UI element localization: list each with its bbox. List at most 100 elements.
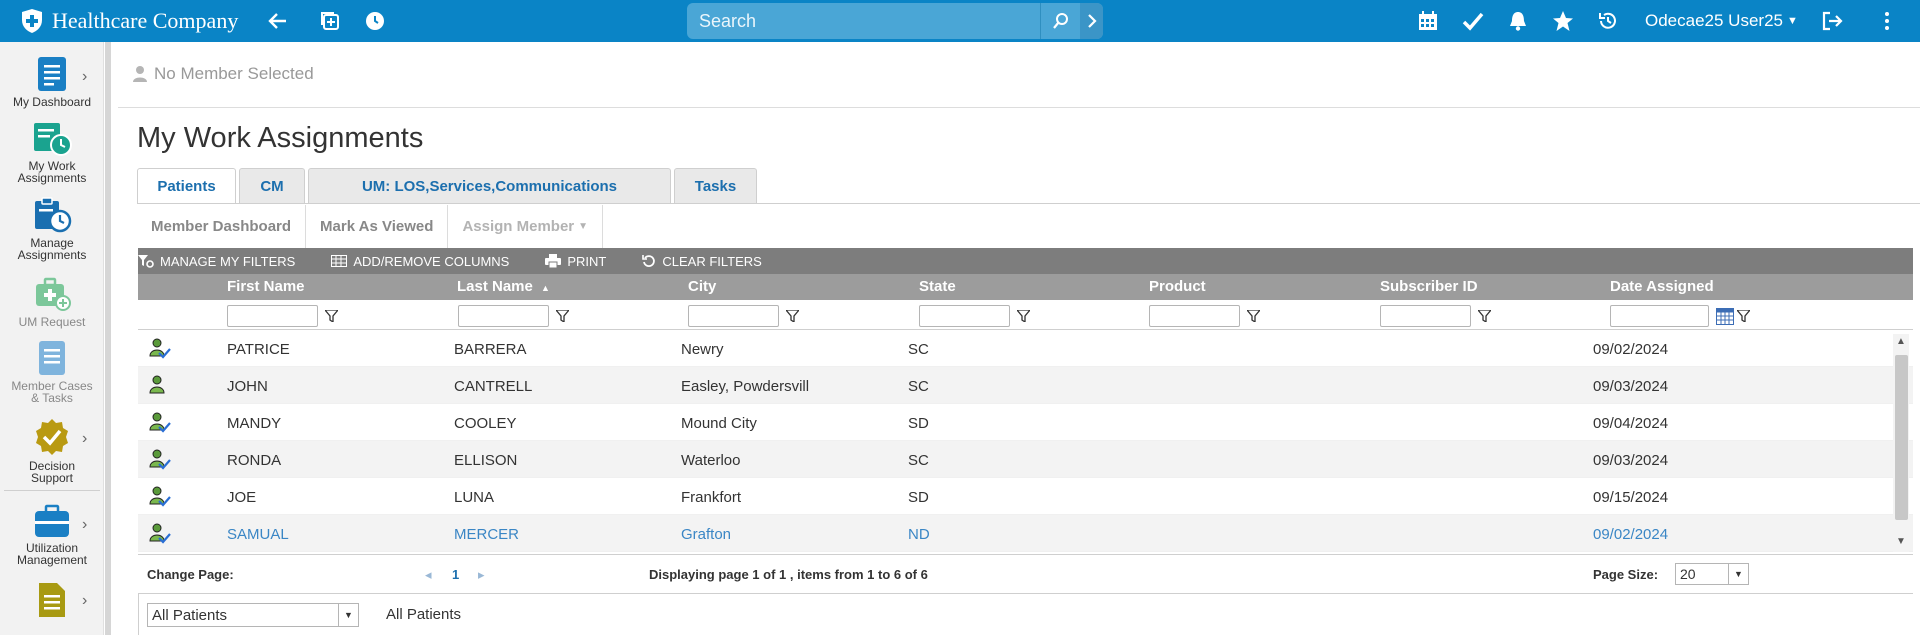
col-header-last-name[interactable]: Last Name ▲: [457, 278, 550, 295]
filter-input-subscriber-id[interactable]: [1380, 305, 1471, 327]
chevron-right-icon[interactable]: ›: [82, 430, 87, 448]
tab-bar: Patients CM UM: LOS,Services,Communicati…: [137, 168, 760, 204]
table-row[interactable]: MANDY COOLEY Mound City SD 09/04/2024: [138, 404, 1913, 441]
filter-input-date-assigned[interactable]: [1610, 305, 1709, 327]
shield-icon: [22, 9, 42, 33]
scroll-down-icon[interactable]: ▼: [1896, 536, 1906, 547]
history-icon[interactable]: [1596, 9, 1620, 33]
assignments-grid: MANAGE MY FILTERS ADD/REMOVE COLUMNS PRI…: [138, 248, 1913, 552]
sidebar-item-my-work-assignments[interactable]: My Work Assignments: [0, 122, 104, 184]
print-button[interactable]: PRINT: [545, 254, 606, 269]
table-row[interactable]: JOHN CANTRELL Easley, Powdersvill SC 09/…: [138, 367, 1913, 404]
add-remove-columns-label: ADD/REMOVE COLUMNS: [353, 253, 510, 269]
clear-filters-button[interactable]: CLEAR FILTERS: [642, 254, 762, 269]
filter-input-state[interactable]: [919, 305, 1010, 327]
page-title: My Work Assignments: [137, 122, 424, 154]
tab-um[interactable]: UM: LOS,Services,Communications: [308, 168, 671, 203]
star-icon[interactable]: [1551, 9, 1575, 33]
table-row[interactable]: SAMUAL MERCER Grafton ND 09/02/2024: [138, 515, 1913, 552]
search-expand-button[interactable]: [1080, 3, 1103, 39]
prev-page-icon[interactable]: ◂: [425, 567, 432, 583]
sidebar-scrollbar[interactable]: [105, 42, 111, 635]
filter-icon[interactable]: [1478, 310, 1491, 322]
table-row[interactable]: PATRICE BARRERA Newry SC 09/02/2024: [138, 330, 1913, 367]
sidebar-item-manage-assignments[interactable]: Manage Assignments: [0, 197, 104, 261]
printer-icon: [545, 254, 562, 268]
filter-icon[interactable]: [556, 310, 569, 322]
next-page-icon[interactable]: ▸: [478, 567, 485, 583]
table-row[interactable]: RONDA ELLISON Waterloo SC 09/03/2024: [138, 441, 1913, 478]
chevron-right-icon[interactable]: ›: [82, 68, 87, 86]
member-dashboard-button[interactable]: Member Dashboard: [137, 205, 307, 248]
person-viewed-icon: [149, 412, 171, 433]
sidebar-item-decision-support[interactable]: Decision Support: [0, 418, 104, 484]
cell-last-name: BARRERA: [454, 341, 527, 358]
mark-as-viewed-button[interactable]: Mark As Viewed: [306, 205, 449, 248]
patient-filter-value: All Patients: [152, 607, 228, 624]
calendar-icon[interactable]: [1716, 307, 1734, 325]
col-header-state[interactable]: State: [919, 278, 956, 295]
chevron-right-icon: [1087, 14, 1097, 28]
col-header-city[interactable]: City: [688, 278, 716, 295]
calendar-icon[interactable]: [1416, 9, 1440, 33]
table-row[interactable]: JOE LUNA Frankfort SD 09/15/2024: [138, 478, 1913, 515]
clock-icon[interactable]: [363, 9, 387, 33]
brand-logo[interactable]: Healthcare Company: [20, 8, 238, 34]
back-arrow-icon[interactable]: [266, 9, 290, 33]
user-name: Odecae25 User25: [1645, 11, 1783, 30]
caret-down-icon: ▼: [1728, 564, 1748, 584]
col-header-subscriber-id[interactable]: Subscriber ID: [1380, 278, 1478, 295]
more-vertical-icon[interactable]: [1875, 9, 1899, 33]
add-window-icon[interactable]: [318, 9, 342, 33]
filter-input-first-name[interactable]: [227, 305, 318, 327]
cell-first-name: MANDY: [227, 415, 282, 432]
user-menu[interactable]: Odecae25 User25 ▼: [1645, 11, 1798, 31]
tab-patients[interactable]: Patients: [137, 168, 236, 204]
patient-filter-select[interactable]: All Patients ▼: [147, 603, 359, 627]
search-button[interactable]: [1040, 3, 1080, 39]
col-header-date-assigned[interactable]: Date Assigned: [1610, 278, 1714, 295]
filter-icon[interactable]: [325, 310, 338, 322]
sidebar-item-member-cases-tasks[interactable]: Member Cases & Tasks: [0, 340, 104, 404]
filter-icon[interactable]: [1247, 310, 1260, 322]
filter-input-last-name[interactable]: [458, 305, 549, 327]
bell-icon[interactable]: [1506, 9, 1530, 33]
filter-icon[interactable]: [1737, 310, 1750, 322]
manage-filters-button[interactable]: MANAGE MY FILTERS: [138, 254, 295, 269]
chevron-right-icon[interactable]: ›: [82, 516, 87, 534]
add-remove-columns-button[interactable]: ADD/REMOVE COLUMNS: [331, 254, 509, 269]
sidebar-divider: [4, 490, 100, 491]
work-assignments-icon: [34, 123, 72, 156]
assign-member-button[interactable]: Assign Member ▼: [448, 205, 604, 248]
cell-first-name: JOHN: [227, 378, 268, 395]
filter-input-city[interactable]: [688, 305, 779, 327]
page-size-select[interactable]: 20 ▼: [1675, 563, 1749, 585]
sort-ascending-icon: ▲: [541, 283, 550, 293]
grid-toolbar: MANAGE MY FILTERS ADD/REMOVE COLUMNS PRI…: [138, 248, 1913, 274]
search-input[interactable]: [687, 3, 1040, 39]
chevron-right-icon[interactable]: ›: [82, 592, 87, 610]
col-header-first-name[interactable]: First Name: [227, 278, 305, 295]
scroll-up-icon[interactable]: ▲: [1896, 336, 1906, 347]
filter-icon[interactable]: [1017, 310, 1030, 322]
cell-last-name: MERCER: [454, 526, 520, 543]
grid-scrollbar-thumb[interactable]: [1895, 355, 1908, 520]
cell-date-assigned: 09/03/2024: [1593, 378, 1669, 395]
col-header-product[interactable]: Product: [1149, 278, 1206, 295]
checkmark-icon[interactable]: [1461, 9, 1485, 33]
cell-state: SC: [908, 452, 929, 469]
sidebar-item-um-request[interactable]: UM Request: [0, 276, 104, 328]
sidebar-item-documents[interactable]: [0, 582, 104, 618]
change-page-label: Change Page:: [147, 567, 234, 582]
cell-date-assigned: 09/04/2024: [1593, 415, 1669, 432]
sidebar-item-my-dashboard[interactable]: My Dashboard: [0, 56, 104, 108]
filter-input-product[interactable]: [1149, 305, 1240, 327]
grid-body: PATRICE BARRERA Newry SC 09/02/2024 JOHN…: [138, 330, 1913, 552]
page-number-link[interactable]: 1: [452, 567, 459, 582]
logout-icon[interactable]: [1820, 9, 1844, 33]
search-icon: [1052, 13, 1068, 29]
tab-cm[interactable]: CM: [239, 168, 305, 203]
sidebar-item-utilization-management[interactable]: Utilization Management: [0, 504, 104, 566]
tab-tasks[interactable]: Tasks: [674, 168, 757, 203]
filter-icon[interactable]: [786, 310, 799, 322]
